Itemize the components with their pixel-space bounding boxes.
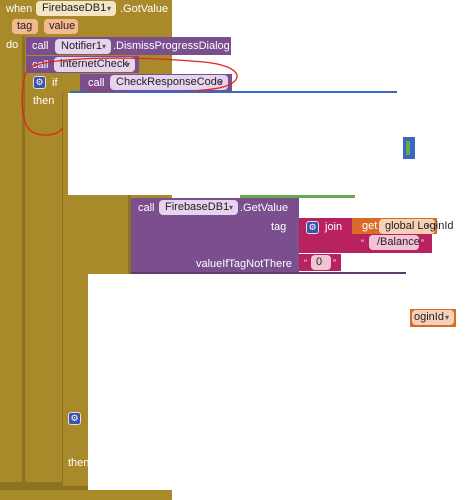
global-var-dropdown[interactable]: global LoginId ▾ [379, 219, 454, 234]
inner-block-column-2 [88, 195, 96, 275]
white-overlay-2 [88, 274, 465, 500]
call-label: call [138, 202, 155, 214]
when-label: when [6, 3, 33, 15]
global-var-label: global LoginId [385, 220, 454, 232]
firebase-label: FirebaseDB1 [165, 201, 230, 213]
close-quote: ” [421, 238, 424, 248]
getvalue-method-label: .GetValue [240, 202, 289, 214]
default-value-field[interactable]: 0 [311, 255, 331, 270]
chevron-down-icon: ▾ [425, 222, 430, 231]
event-name-label: .GotValue [120, 3, 169, 15]
open-quote: “ [304, 258, 307, 268]
firebase-dropdown[interactable]: FirebaseDB1 ▾ [159, 200, 238, 215]
param-value[interactable]: value [44, 19, 78, 34]
gear-icon[interactable]: ⚙ [68, 412, 81, 425]
default-value-label: 0 [316, 256, 323, 268]
tag-socket-label: tag [271, 221, 287, 233]
bottom-edge-2 [0, 490, 172, 500]
login-chip-fragment[interactable]: oginId ▾ [412, 310, 454, 325]
balance-text-label: /Balance [377, 236, 420, 248]
then-label-2: then [68, 457, 90, 469]
param-tag-label: tag [17, 20, 33, 32]
param-value-label: value [49, 20, 76, 32]
open-quote: “ [361, 238, 364, 248]
collapsed-block-marker-inner [406, 141, 410, 155]
event-component-label: FirebaseDB1 [42, 2, 107, 14]
chevron-down-icon: ▾ [106, 4, 111, 13]
gear-icon[interactable]: ⚙ [306, 221, 319, 234]
inner-block-column-3 [96, 195, 132, 275]
join-label: join [325, 221, 343, 233]
event-component-dropdown[interactable]: FirebaseDB1 ▾ [36, 1, 116, 16]
balance-text-field[interactable]: /Balance [369, 235, 420, 250]
chevron-down-icon: ▾ [228, 203, 233, 212]
chevron-down-icon: ▾ [444, 313, 449, 322]
param-tag[interactable]: tag [12, 19, 38, 34]
close-quote: ” [333, 258, 336, 268]
login-chip-label: oginId [414, 311, 444, 323]
get-label: get [362, 220, 378, 232]
valueiftagnotthere-label: valueIfTagNotThere [196, 258, 292, 270]
